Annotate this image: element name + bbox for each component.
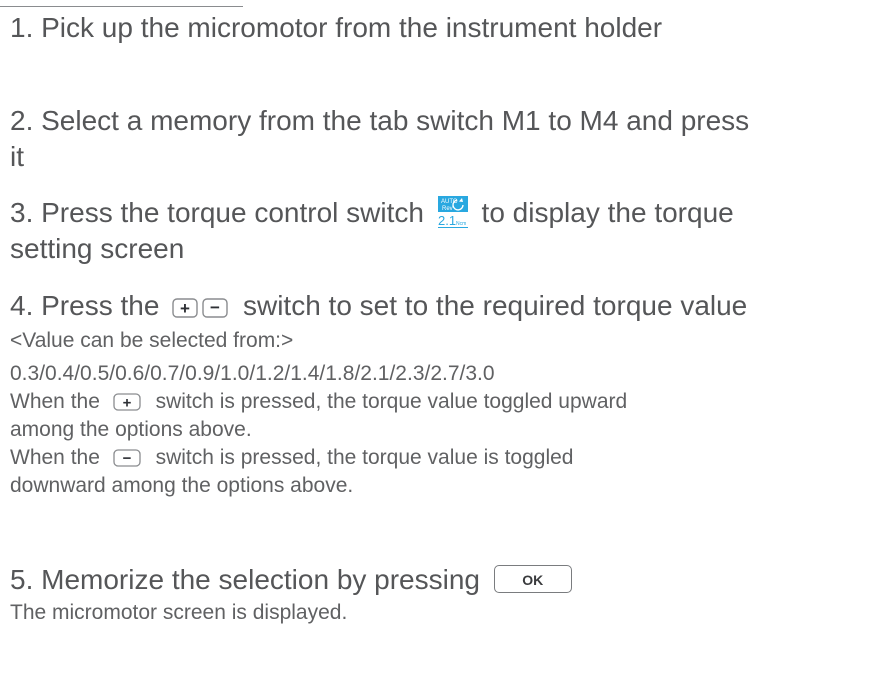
minus-note-line-1: When the − switch is pressed, the torque…: [10, 444, 573, 471]
result-note: The micromotor screen is displayed.: [10, 601, 348, 624]
plus-note-line-1: When the + switch is pressed, the torque…: [10, 388, 627, 415]
step-4: 4. Press the + − switch to set to the re…: [10, 288, 747, 324]
plus-note-line-2: among the options above.: [10, 418, 252, 441]
step-5: 5. Memorize the selection by pressing OK: [10, 562, 572, 598]
step-4-text-before: 4. Press the: [10, 290, 160, 321]
step-4-text-after: switch to set to the required torque val…: [242, 290, 748, 321]
plus-note-after: switch is pressed, the torque value togg…: [155, 390, 628, 413]
torque-control-switch-icon: AUTO Rev 2.1 Ncm: [437, 195, 468, 228]
step-3-line-2: setting screen: [10, 233, 185, 264]
svg-text:+: +: [180, 299, 190, 318]
plus-minus-switch-icons: + −: [172, 298, 228, 318]
minus-note-line-2: downward among the options above.: [10, 474, 354, 497]
values-heading: <Value can be selected from:>: [10, 329, 294, 352]
step-2-line-1: 2. Select a memory from the tab switch M…: [10, 105, 750, 136]
minus-button-icon: −: [113, 449, 141, 467]
step-3-text-before: 3. Press the torque control switch: [10, 197, 424, 228]
instruction-page: 1. Pick up the micromotor from the instr…: [0, 0, 894, 673]
step-3-line-1: 3. Press the torque control switch AUTO …: [10, 195, 734, 231]
minus-note-before: When the: [10, 446, 100, 469]
svg-text:−: −: [210, 298, 220, 317]
plus-note-before: When the: [10, 390, 100, 413]
step-2-line-2: it: [10, 141, 24, 172]
torque-value: 2.1: [438, 213, 456, 228]
step-1: 1. Pick up the micromotor from the instr…: [10, 12, 663, 43]
step-3-text-after: to display the torque: [481, 197, 734, 228]
step-5-text: 5. Memorize the selection by pressing: [10, 564, 480, 595]
svg-text:+: +: [122, 395, 131, 412]
values-list: 0.3/0.4/0.5/0.6/0.7/0.9/1.0/1.2/1.4/1.8/…: [10, 362, 495, 385]
ok-button-icon: OK: [493, 564, 572, 593]
plus-button-icon: +: [113, 393, 141, 412]
svg-text:−: −: [122, 450, 131, 467]
minus-note-after: switch is pressed, the torque value is t…: [155, 446, 574, 469]
torque-unit: Ncm: [456, 221, 466, 227]
divider: [0, 6, 243, 7]
torque-rev-label: Rev: [442, 206, 453, 212]
